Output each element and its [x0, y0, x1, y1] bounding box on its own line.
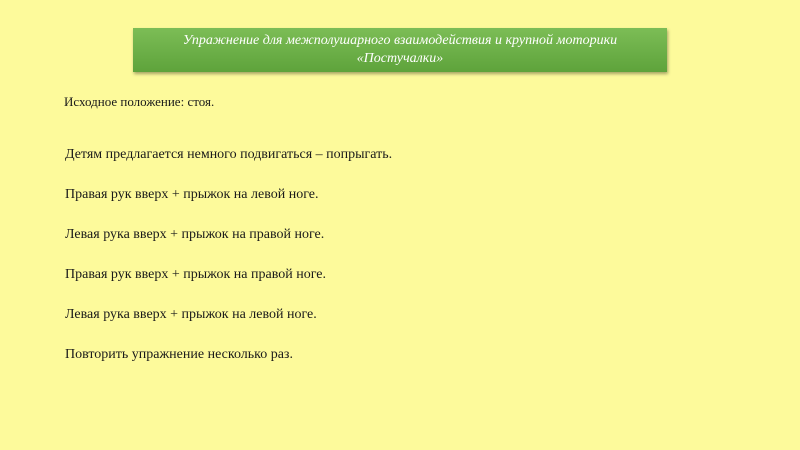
instruction-item: Правая рук вверх + прыжок на левой ноге. — [65, 187, 319, 202]
instruction-item: Левая рука вверх + прыжок на левой ноге. — [65, 307, 317, 322]
instructions-list: Детям предлагается немного подвигаться –… — [65, 146, 392, 386]
title-line-2: «Постучалки» — [356, 51, 444, 66]
title-banner: Упражнение для межполушарного взаимодейс… — [133, 28, 667, 72]
instruction-item: Правая рук вверх + прыжок на правой ноге… — [65, 267, 326, 282]
title-line-1: Упражнение для межполушарного взаимодейс… — [182, 33, 618, 48]
instruction-item: Детям предлагается немного подвигаться –… — [65, 147, 393, 162]
instruction-item: Левая рука вверх + прыжок на правой ноге… — [65, 227, 325, 242]
instruction-item: Повторить упражнение несколько раз. — [65, 347, 293, 362]
start-position-text: Исходное положение: стоя. — [64, 94, 215, 109]
slide: Упражнение для межполушарного взаимодейс… — [0, 0, 800, 450]
